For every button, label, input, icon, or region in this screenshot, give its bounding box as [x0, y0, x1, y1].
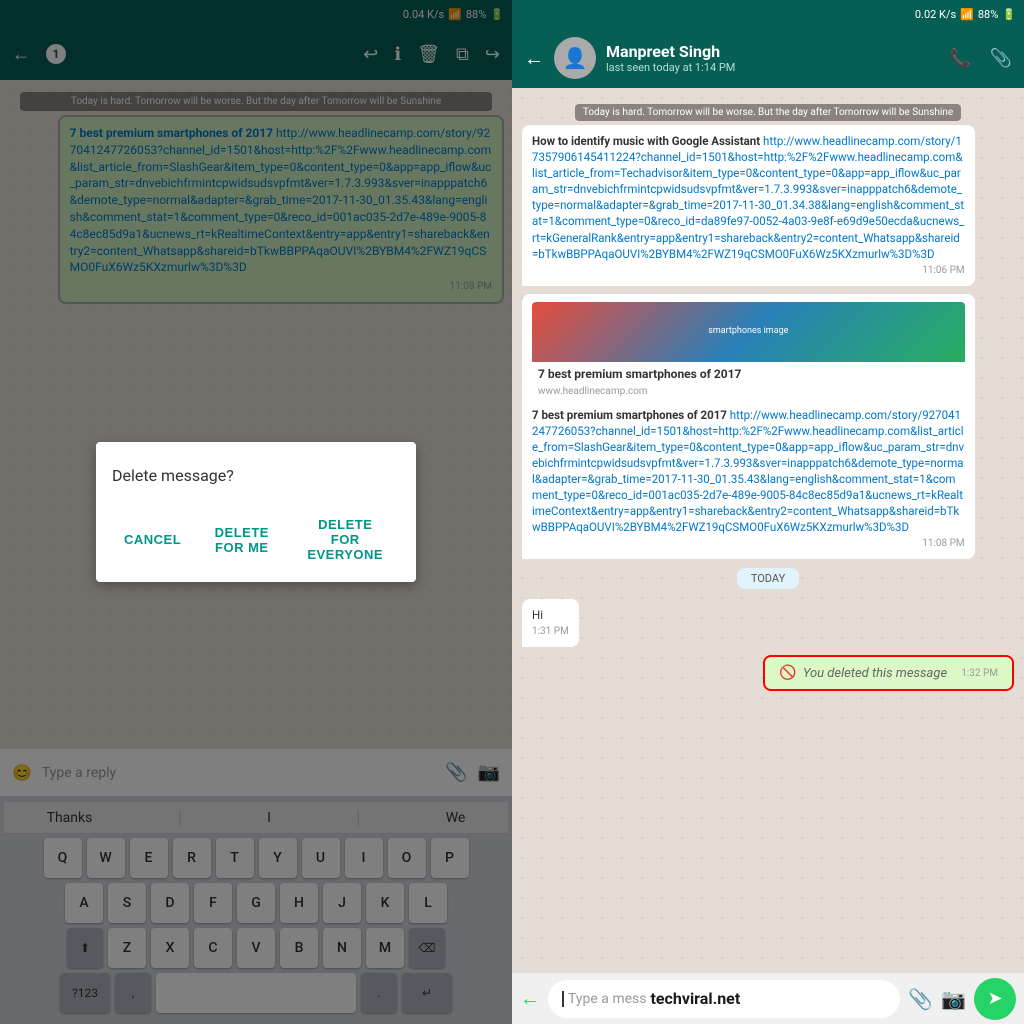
link-card-title: 7 best premium smartphones of 2017 [532, 362, 965, 385]
avatar: 👤 [554, 37, 596, 79]
time-1: 11:06 PM [532, 264, 965, 278]
input-bar-right: ← Type a mess techviral.net 📎 📷 ➤ [512, 972, 1024, 1024]
deleted-text: You deleted this message [803, 666, 947, 681]
toolbar-right-icons: 📞 📎 [949, 48, 1012, 69]
dialog-buttons: CANCEL DELETE FOR ME DELETE FOR EVERYONE [112, 509, 400, 570]
today-badge: TODAY [522, 567, 1014, 589]
avatar-emoji: 👤 [563, 46, 588, 70]
status-bar-right: 0.02 K/s 📶 88% 🔋 [512, 0, 1024, 28]
message-text-1: How to identify music with Google Assist… [532, 134, 964, 261]
dialog-title: Delete message? [112, 466, 400, 485]
link-card-url: www.headlinecamp.com [532, 385, 965, 403]
camera-icon-right[interactable]: 📷 [941, 987, 966, 1011]
back-button-right[interactable]: ← [524, 46, 544, 71]
deleted-message: 🚫 You deleted this message 1:32 PM [763, 655, 1014, 691]
input-placeholder: Type a mess [568, 991, 646, 1007]
time-2: 11:08 PM [532, 537, 965, 551]
message-input[interactable]: Type a mess techviral.net [548, 980, 900, 1018]
send-icon: ➤ [987, 988, 1002, 1009]
send-button[interactable]: ➤ [974, 978, 1016, 1020]
hi-time: 1:31 PM [532, 625, 569, 639]
delete-for-me-button[interactable]: DELETE FOR ME [201, 509, 282, 570]
signal-icon-right: 📶 [960, 8, 974, 21]
contact-name[interactable]: Manpreet Singh [606, 42, 939, 61]
paperclip-icon[interactable]: 📎 [990, 48, 1012, 69]
delete-for-everyone-button[interactable]: DELETE FOR EVERYONE [290, 509, 400, 570]
chat-area-right: Today is hard. Tomorrow will be worse. B… [512, 88, 1024, 972]
message-text-2: 7 best premium smartphones of 2017 http:… [532, 408, 964, 535]
deleted-time: 1:32 PM [961, 668, 998, 679]
text-cursor [562, 991, 564, 1007]
contact-info: Manpreet Singh last seen today at 1:14 P… [606, 42, 939, 74]
watermark: techviral.net [650, 989, 740, 1008]
link-card-image: smartphones image [532, 302, 965, 362]
battery-right: 88% [978, 8, 998, 21]
message-2: smartphones image 7 best premium smartph… [522, 294, 975, 560]
delete-dialog: Delete message? CANCEL DELETE FOR ME DEL… [96, 442, 416, 582]
attach-back-icon[interactable]: ← [520, 986, 540, 1011]
cancel-button[interactable]: CANCEL [112, 509, 193, 570]
deleted-icon: 🚫 [779, 665, 796, 681]
chat-banner-right: Today is hard. Tomorrow will be worse. B… [522, 100, 1014, 121]
dialog-overlay: Delete message? CANCEL DELETE FOR ME DEL… [0, 0, 512, 1024]
attach-icon-right[interactable]: 📎 [908, 987, 933, 1011]
left-panel: 0.04 K/s 📶 88% 🔋 ← 1 ↩ ℹ 🗑 ⧉ ↪ Today is … [0, 0, 512, 1024]
battery-icon-right: 🔋 [1002, 8, 1016, 21]
right-panel: 0.02 K/s 📶 88% 🔋 ← 👤 Manpreet Singh last… [512, 0, 1024, 1024]
hi-text: Hi [532, 608, 543, 622]
contact-status: last seen today at 1:14 PM [606, 61, 939, 74]
phone-icon[interactable]: 📞 [949, 48, 971, 69]
today-label: TODAY [737, 568, 799, 589]
toolbar-right: ← 👤 Manpreet Singh last seen today at 1:… [512, 28, 1024, 88]
link-card: smartphones image 7 best premium smartph… [532, 302, 965, 403]
message-1: How to identify music with Google Assist… [522, 125, 975, 286]
message-hi: Hi 1:31 PM [522, 599, 579, 647]
network-speed-right: 0.02 K/s [915, 8, 956, 21]
